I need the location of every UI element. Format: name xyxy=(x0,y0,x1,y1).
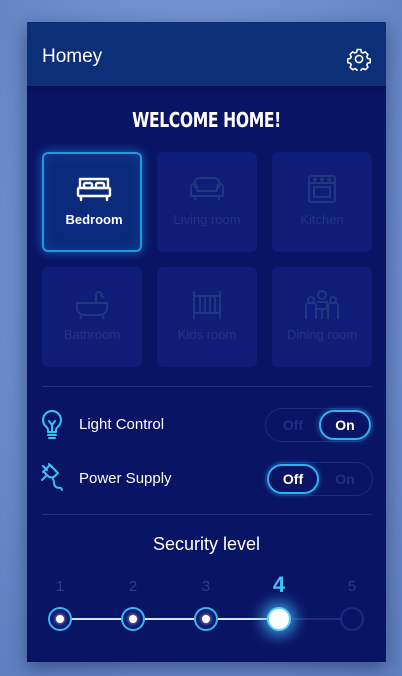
sofa-icon xyxy=(157,174,257,208)
light-control-row: Light Control Off On xyxy=(39,405,375,445)
security-level-step[interactable] xyxy=(340,607,364,631)
gear-icon[interactable] xyxy=(347,47,371,71)
light-control-label: Light Control xyxy=(79,416,165,433)
security-level-number: 5 xyxy=(347,578,357,595)
bathtub-icon xyxy=(42,289,142,323)
power-supply-toggle[interactable]: Off On xyxy=(265,462,373,496)
room-label: Kids room xyxy=(177,327,237,342)
room-label: Bathroom xyxy=(63,327,121,342)
app-window: Homey WELCOME HOME! Bedroom Living room … xyxy=(27,22,386,662)
security-level-number: 1 xyxy=(55,578,65,595)
bed-icon xyxy=(44,174,144,208)
power-supply-label: Power Supply xyxy=(79,470,172,487)
room-tile-kitchen[interactable]: Kitchen xyxy=(272,152,372,252)
power-on-option[interactable]: On xyxy=(319,464,371,494)
divider xyxy=(42,514,372,515)
light-control-toggle[interactable]: Off On xyxy=(265,408,373,442)
security-level-step[interactable] xyxy=(48,607,72,631)
security-level-step[interactable] xyxy=(194,607,218,631)
welcome-heading: WELCOME HOME! xyxy=(132,108,281,132)
security-level-slider[interactable]: 1 2 3 4 5 xyxy=(42,572,372,642)
room-label: Bedroom xyxy=(65,212,123,227)
slider-fill xyxy=(60,618,279,620)
room-tile-bathroom[interactable]: Bathroom xyxy=(42,267,142,367)
power-supply-row: Power Supply Off On xyxy=(39,459,375,499)
power-plug-icon xyxy=(39,463,65,495)
room-tile-bedroom[interactable]: Bedroom xyxy=(42,152,142,252)
security-level-number: 4 xyxy=(272,572,286,597)
room-tile-dining-room[interactable]: Dining room xyxy=(272,267,372,367)
security-level-title: Security level xyxy=(152,534,261,554)
dining-table-icon xyxy=(272,289,372,323)
security-level-number: 2 xyxy=(128,578,138,595)
room-label: Living room xyxy=(173,212,241,227)
crib-icon xyxy=(157,289,257,323)
app-title: Homey xyxy=(42,46,103,67)
app-bar: Homey xyxy=(27,22,386,86)
lightbulb-icon xyxy=(39,409,65,441)
divider xyxy=(42,386,372,387)
security-level-number: 3 xyxy=(201,578,211,595)
security-level-step[interactable] xyxy=(121,607,145,631)
oven-icon xyxy=(272,174,372,208)
room-label: Kitchen xyxy=(300,212,344,227)
room-label: Dining room xyxy=(286,327,358,342)
room-tile-kids-room[interactable]: Kids room xyxy=(157,267,257,367)
power-off-option[interactable]: Off xyxy=(267,464,319,494)
light-off-option[interactable]: Off xyxy=(267,410,319,440)
light-on-option[interactable]: On xyxy=(319,410,371,440)
room-tile-living-room[interactable]: Living room xyxy=(157,152,257,252)
security-level-step[interactable] xyxy=(267,607,291,631)
